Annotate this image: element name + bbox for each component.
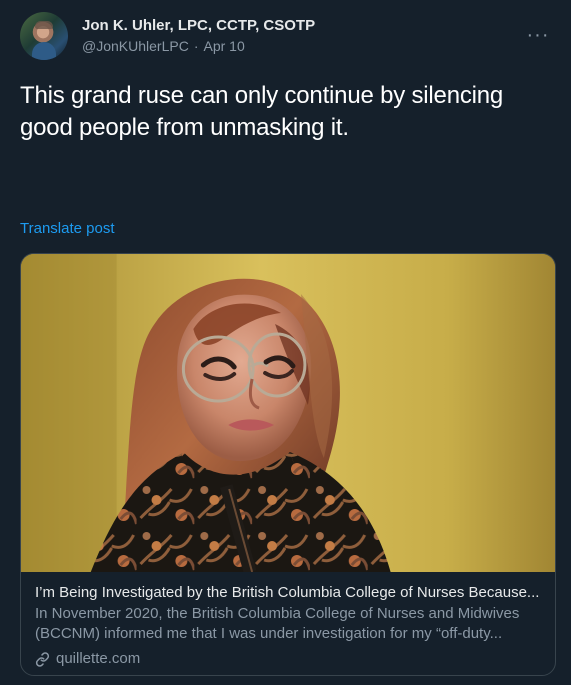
post-date[interactable]: Apr 10	[203, 36, 244, 56]
author-handle[interactable]: @JonKUhlerLPC	[82, 36, 189, 56]
author-meta: @JonKUhlerLPC · Apr 10	[82, 36, 502, 56]
author-identity: Jon K. Uhler, LPC, CCTP, CSOTP @JonKUhle…	[82, 16, 502, 56]
more-options-button[interactable]: ···	[525, 22, 551, 48]
link-preview-image[interactable]	[21, 254, 555, 572]
link-icon	[35, 651, 50, 667]
post-text: This grand ruse can only continue by sil…	[20, 82, 504, 141]
meta-separator: ·	[193, 38, 199, 54]
portrait-image	[21, 254, 555, 572]
author-avatar[interactable]	[20, 12, 68, 60]
more-options-icon: ···	[526, 23, 550, 46]
link-preview-card[interactable]: I’m Being Investigated by the British Co…	[20, 253, 556, 676]
translate-post-link[interactable]: Translate post	[20, 219, 115, 239]
post: Jon K. Uhler, LPC, CCTP, CSOTP @JonKUhle…	[0, 0, 571, 685]
link-preview-domain[interactable]: quillette.com	[56, 649, 140, 669]
author-display-name[interactable]: Jon K. Uhler, LPC, CCTP, CSOTP	[82, 16, 502, 36]
link-preview-title[interactable]: I’m Being Investigated by the British Co…	[35, 583, 541, 603]
link-preview-description[interactable]: In November 2020, the British Columbia C…	[35, 604, 541, 644]
link-preview-copy: I’m Being Investigated by the British Co…	[35, 583, 541, 669]
link-preview-source[interactable]: quillette.com	[35, 649, 541, 669]
